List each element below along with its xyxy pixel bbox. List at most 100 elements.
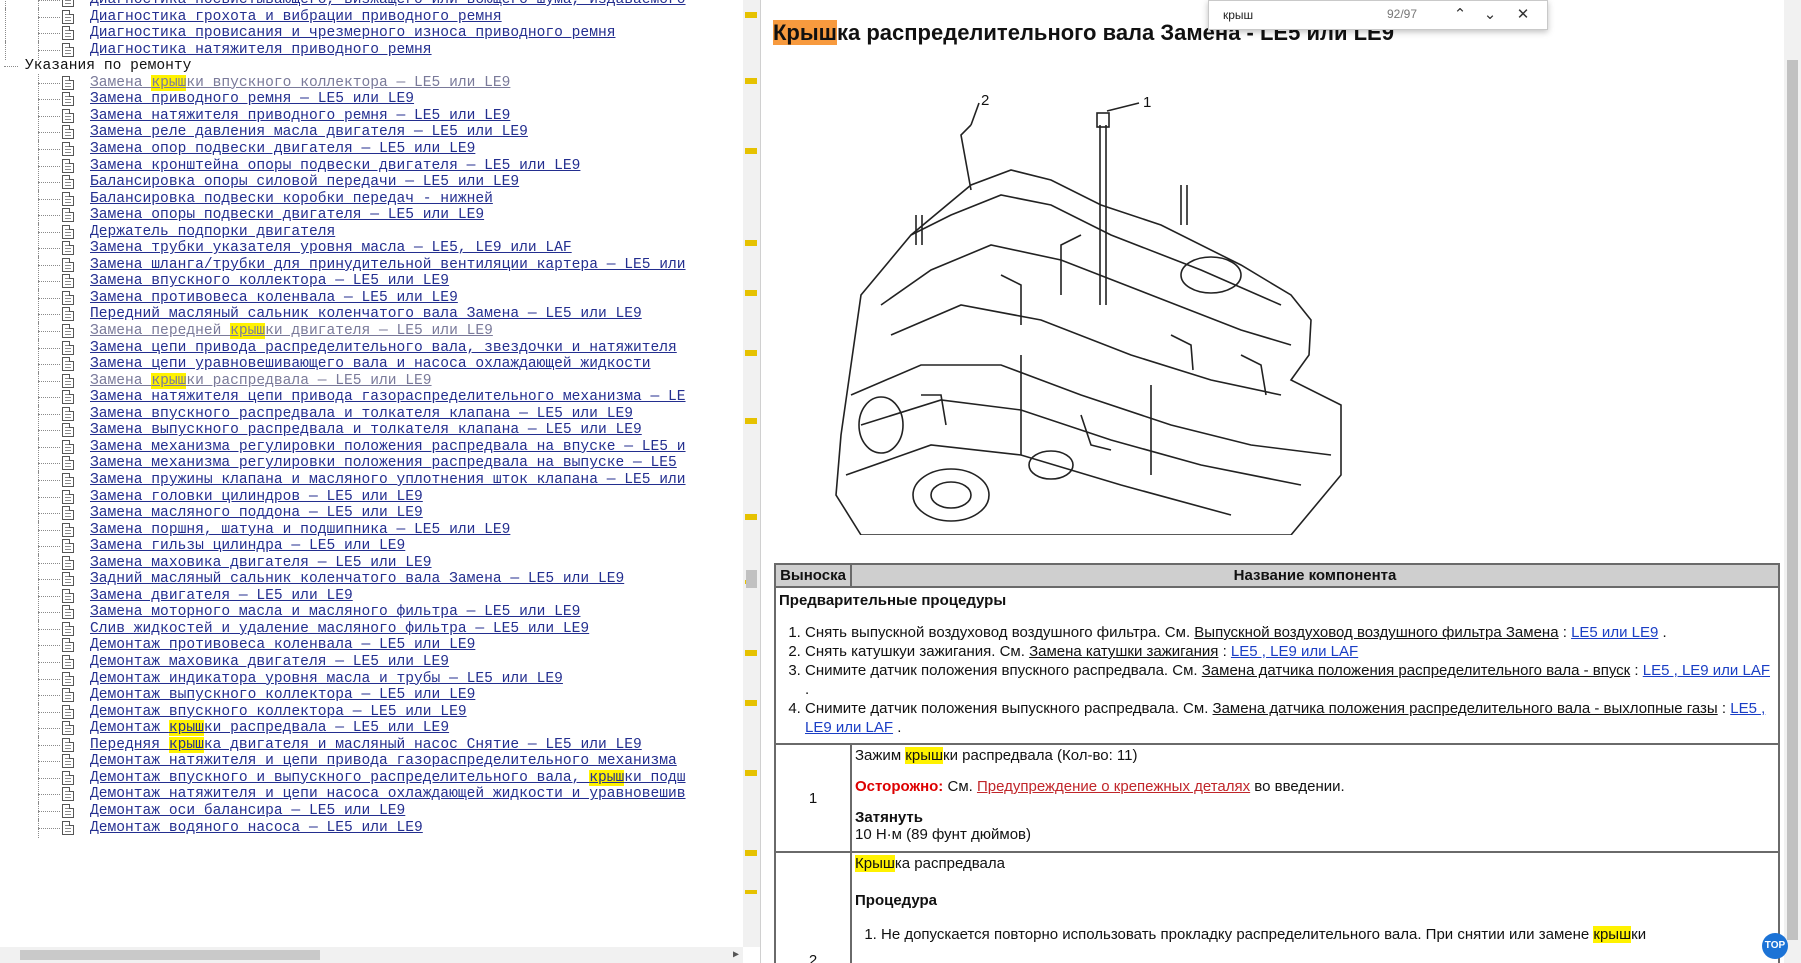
document-icon <box>62 572 74 587</box>
document-icon <box>62 141 74 156</box>
document-icon <box>62 638 74 653</box>
torque-value: 10 Н·м (89 фунт дюймов) <box>855 826 1032 843</box>
document-icon <box>62 820 74 835</box>
chevron-up-icon[interactable]: ⌃ <box>1449 4 1471 26</box>
match-marker <box>745 518 757 520</box>
tree-connector <box>38 761 60 763</box>
tree-connector <box>38 182 60 184</box>
procedure-step: Не допускается повторно использовать про… <box>881 925 1775 944</box>
engine-variant-link[interactable]: LE5 , LE9 или LAF <box>1231 643 1358 660</box>
tree-connector <box>38 16 60 18</box>
reference-link[interactable]: Выпускной воздуховод воздушного фильтра … <box>1194 624 1558 641</box>
find-input[interactable]: крыш <box>1223 8 1253 22</box>
document-icon <box>62 655 74 669</box>
engine-illustration: 2 1 <box>821 92 1361 540</box>
document-icon <box>62 721 74 736</box>
tree-connector <box>38 198 60 200</box>
component-name: Крышка распредвала <box>855 855 1005 872</box>
document-icon <box>62 671 74 686</box>
preliminary-step: Снимите датчик положения впускного распр… <box>805 661 1775 699</box>
document-icon <box>62 42 74 57</box>
document-icon <box>62 108 74 123</box>
preliminary-row: Предварительные процедуры Снять выпускно… <box>774 586 1780 745</box>
tree-item[interactable]: Демонтаж водяного насоса — LE5 или LE9 <box>0 818 742 838</box>
reference-link[interactable]: Замена датчика положения распределительн… <box>1202 662 1630 679</box>
document-icon <box>62 522 74 537</box>
close-icon[interactable]: ✕ <box>1512 4 1534 26</box>
document-icon <box>62 290 74 305</box>
document-pane[interactable]: Крышка распределительного вала Замена - … <box>761 0 1801 963</box>
camshaft-cover-figure: 2 1 <box>835 92 1342 536</box>
component-cell: Крышка распредвала Процедура Не допускае… <box>850 851 1780 963</box>
fastener-warning-link[interactable]: Предупреждение о крепежных деталях <box>977 778 1250 795</box>
document-icon <box>62 26 74 41</box>
tree-connector <box>38 628 60 630</box>
tree-connector <box>38 810 60 812</box>
document-icon <box>62 92 74 107</box>
toc-vertical-scrollbar[interactable] <box>743 0 760 947</box>
document-vertical-scrollbar[interactable] <box>1784 0 1801 963</box>
match-marker <box>745 294 757 296</box>
match-marker <box>745 354 757 356</box>
search-match-highlight: крыш <box>168 736 204 753</box>
tree-connector <box>38 33 60 35</box>
document-icon <box>62 489 74 504</box>
document-icon <box>62 472 74 487</box>
toc-hscroll-thumb[interactable] <box>20 950 320 960</box>
scroll-to-top-button[interactable]: TOP <box>1762 933 1788 959</box>
chevron-down-icon[interactable]: ⌄ <box>1479 4 1501 26</box>
tree-connector <box>38 496 60 498</box>
match-marker <box>745 774 757 776</box>
tree-connector <box>38 777 60 779</box>
document-icon <box>62 737 74 752</box>
toc-horizontal-scrollbar[interactable]: ▶ <box>0 947 743 963</box>
reference-link[interactable]: Замена катушки зажигания <box>1029 643 1218 660</box>
document-icon <box>62 555 74 570</box>
toc-tree-pane[interactable]: Диагностика посвистывающего, визжащего и… <box>0 0 760 963</box>
preliminary-step: Снять выпускной воздуховод воздушного фи… <box>805 623 1775 642</box>
document-icon <box>62 158 74 173</box>
tree-connector <box>38 794 60 796</box>
engine-variant-link[interactable]: LE5 , LE9 или LAF <box>1643 662 1770 679</box>
preliminary-step: Снять катушкуи зажигания. См. Замена кат… <box>805 642 1775 661</box>
callout-number: 1 <box>774 743 852 853</box>
tree-connector <box>38 827 60 829</box>
tree-item-link[interactable]: Демонтаж водяного насоса — LE5 или LE9 <box>90 819 423 838</box>
tree-connector <box>38 0 60 1</box>
scroll-right-arrow-icon[interactable]: ▶ <box>733 949 739 961</box>
document-icon <box>62 439 74 454</box>
toc-scroll-thumb[interactable] <box>746 570 757 588</box>
callout-1-label: 1 <box>1143 95 1151 111</box>
document-icon <box>62 340 74 355</box>
document-icon <box>62 125 74 140</box>
document-icon <box>62 787 74 802</box>
reference-link[interactable]: Замена датчика положения распределительн… <box>1213 700 1718 717</box>
table-row: 2 Крышка распредвала Процедура Не допуск… <box>774 851 1780 963</box>
document-icon <box>62 770 74 785</box>
engine-variant-link[interactable]: LE5 или LE9 <box>1571 624 1658 641</box>
match-marker <box>745 854 757 856</box>
tree-connector <box>38 132 60 134</box>
procedure-label: Процедура <box>855 892 938 909</box>
document-icon <box>62 257 74 272</box>
document-scroll-thumb[interactable] <box>1787 60 1798 940</box>
document-icon <box>62 621 74 636</box>
document-icon <box>62 75 74 90</box>
match-marker <box>745 654 757 656</box>
tree-connector <box>38 678 60 680</box>
match-marker <box>745 244 757 246</box>
tree-connector <box>38 82 60 84</box>
document-icon <box>62 506 74 521</box>
tree-connector <box>38 148 60 150</box>
tree-connector <box>38 413 60 415</box>
search-match-highlight: крыш <box>589 769 625 786</box>
tree-connector <box>38 513 60 515</box>
tree-connector <box>38 331 60 332</box>
callout-number: 2 <box>774 851 852 963</box>
tree-connector <box>38 364 60 366</box>
document-icon <box>62 605 74 620</box>
component-name: Зажим крышки распредвала (Кол-во: 11) <box>855 747 1138 764</box>
document-icon <box>62 9 74 24</box>
document-icon <box>62 754 74 769</box>
tree-connector <box>38 695 60 697</box>
